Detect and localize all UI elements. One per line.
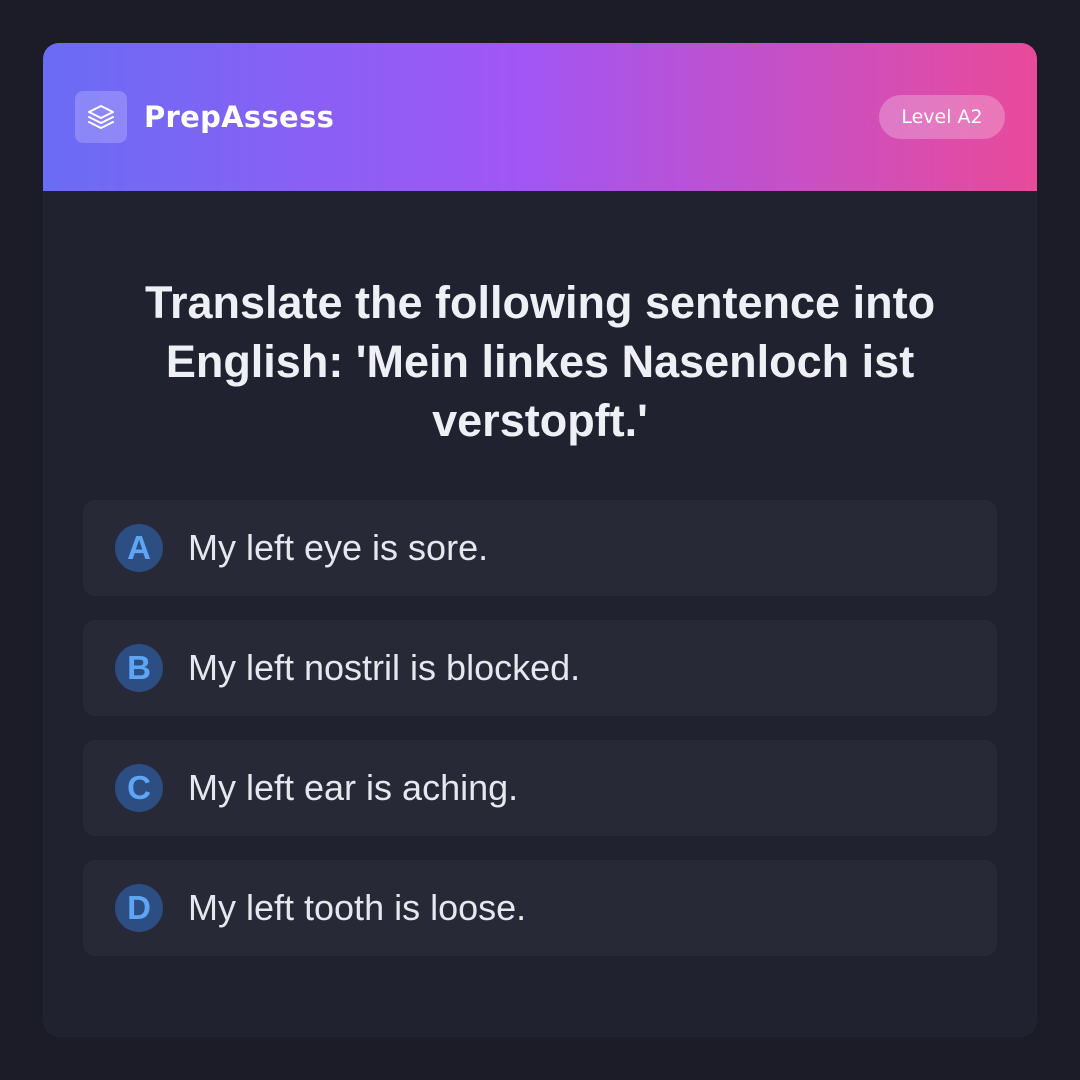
quiz-header: PrepAssess Level A2 — [43, 43, 1037, 191]
option-label: My left ear is aching. — [188, 767, 519, 808]
option-letter-badge: D — [115, 884, 163, 932]
layers-icon — [75, 91, 127, 143]
option-c[interactable]: C My left ear is aching. — [83, 740, 997, 836]
level-badge: Level A2 — [879, 95, 1005, 139]
brand-name: PrepAssess — [144, 100, 335, 134]
answer-options: A My left eye is sore. B My left nostril… — [83, 500, 997, 980]
option-label: My left tooth is loose. — [188, 887, 527, 928]
option-label: My left eye is sore. — [188, 527, 489, 568]
option-letter-badge: A — [115, 524, 163, 572]
option-d[interactable]: D My left tooth is loose. — [83, 860, 997, 956]
quiz-card: PrepAssess Level A2 Translate the follow… — [43, 43, 1037, 1037]
option-a[interactable]: A My left eye is sore. — [83, 500, 997, 596]
option-label: My left nostril is blocked. — [188, 647, 581, 688]
option-letter-badge: C — [115, 764, 163, 812]
option-letter-badge: B — [115, 644, 163, 692]
option-b[interactable]: B My left nostril is blocked. — [83, 620, 997, 716]
question-text: Translate the following sentence into En… — [144, 277, 936, 446]
